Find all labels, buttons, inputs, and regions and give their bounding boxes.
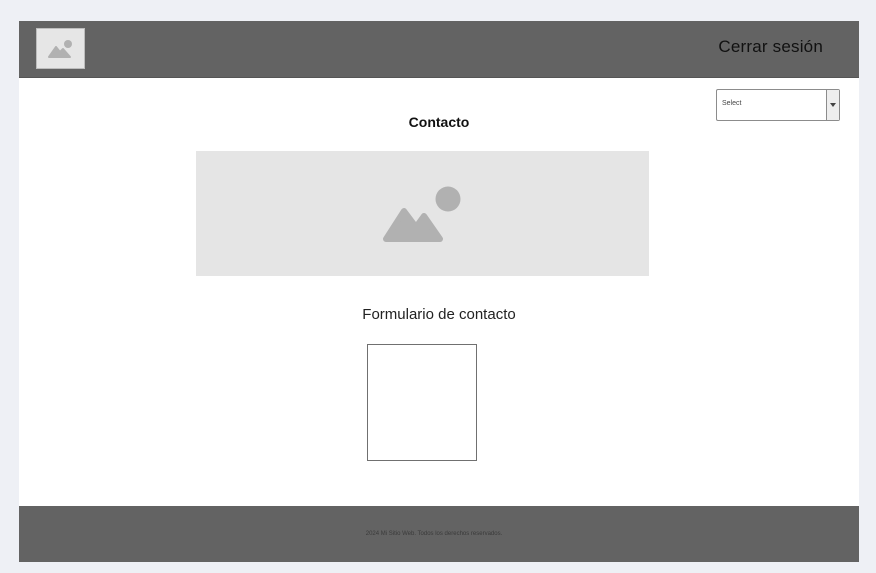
image-placeholder-icon bbox=[47, 39, 72, 58]
select-value: Select bbox=[722, 100, 742, 107]
logo[interactable] bbox=[36, 28, 85, 69]
chevron-down-icon bbox=[830, 103, 836, 107]
header: Cerrar sesión bbox=[19, 21, 859, 78]
page-frame: Cerrar sesión Select Contacto Formulario… bbox=[19, 21, 859, 562]
page-title: Contacto bbox=[408, 114, 470, 130]
contact-form-placeholder[interactable] bbox=[367, 344, 477, 461]
footer-text: 2024 Mi Sitio Web. Todos los derechos re… bbox=[365, 531, 503, 537]
footer: 2024 Mi Sitio Web. Todos los derechos re… bbox=[19, 506, 859, 562]
form-title: Formulario de contacto bbox=[362, 306, 516, 323]
hero-image bbox=[196, 151, 649, 276]
image-placeholder-icon bbox=[382, 186, 460, 242]
logout-button[interactable]: Cerrar sesión bbox=[718, 37, 823, 57]
